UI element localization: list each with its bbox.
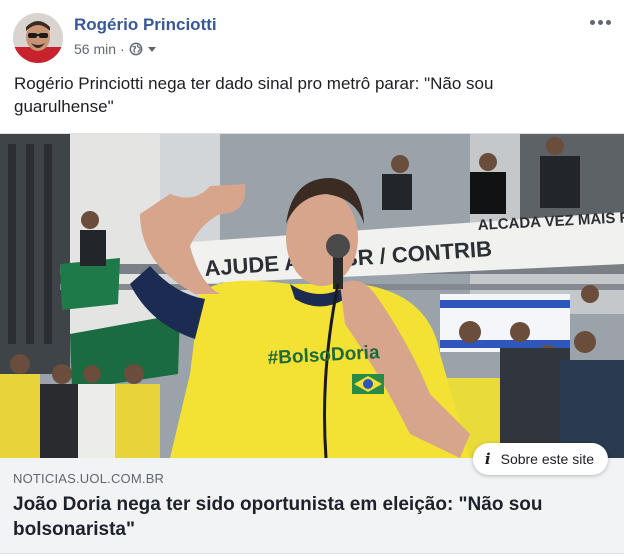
about-site-label: Sobre este site [500, 451, 594, 467]
more-dot [605, 19, 611, 25]
post-timestamp[interactable]: 56 min [74, 41, 116, 57]
more-options-icon[interactable] [587, 12, 613, 32]
link-domain: NOTICIAS.UOL.COM.BR [13, 471, 165, 486]
globe-icon[interactable] [129, 42, 143, 56]
post-text: Rogério Princiotti nega ter dado sinal p… [14, 74, 494, 116]
avatar-photo [13, 13, 63, 63]
post-meta: 56 min · [74, 41, 157, 57]
more-dot [589, 19, 595, 25]
link-attachment[interactable]: ALCADA VEZ MAIS FORT AJUDE A DE BR / CON… [0, 133, 624, 554]
feed-post: Rogério Princiotti 56 min · Rogério Prin… [0, 0, 625, 557]
caret-down-icon[interactable] [147, 44, 157, 54]
link-headline[interactable]: João Doria nega ter sido oportunista em … [13, 492, 613, 542]
info-icon: i [484, 450, 491, 468]
more-dot [597, 19, 603, 25]
about-site-button[interactable]: i Sobre este site [472, 443, 608, 475]
article-photo[interactable]: ALCADA VEZ MAIS FORT AJUDE A DE BR / CON… [0, 134, 624, 458]
meta-separator: · [120, 41, 125, 57]
author-avatar[interactable] [13, 13, 63, 63]
article-image: ALCADA VEZ MAIS FORT AJUDE A DE BR / CON… [0, 134, 624, 458]
author-name[interactable]: Rogério Princiotti [74, 15, 217, 35]
